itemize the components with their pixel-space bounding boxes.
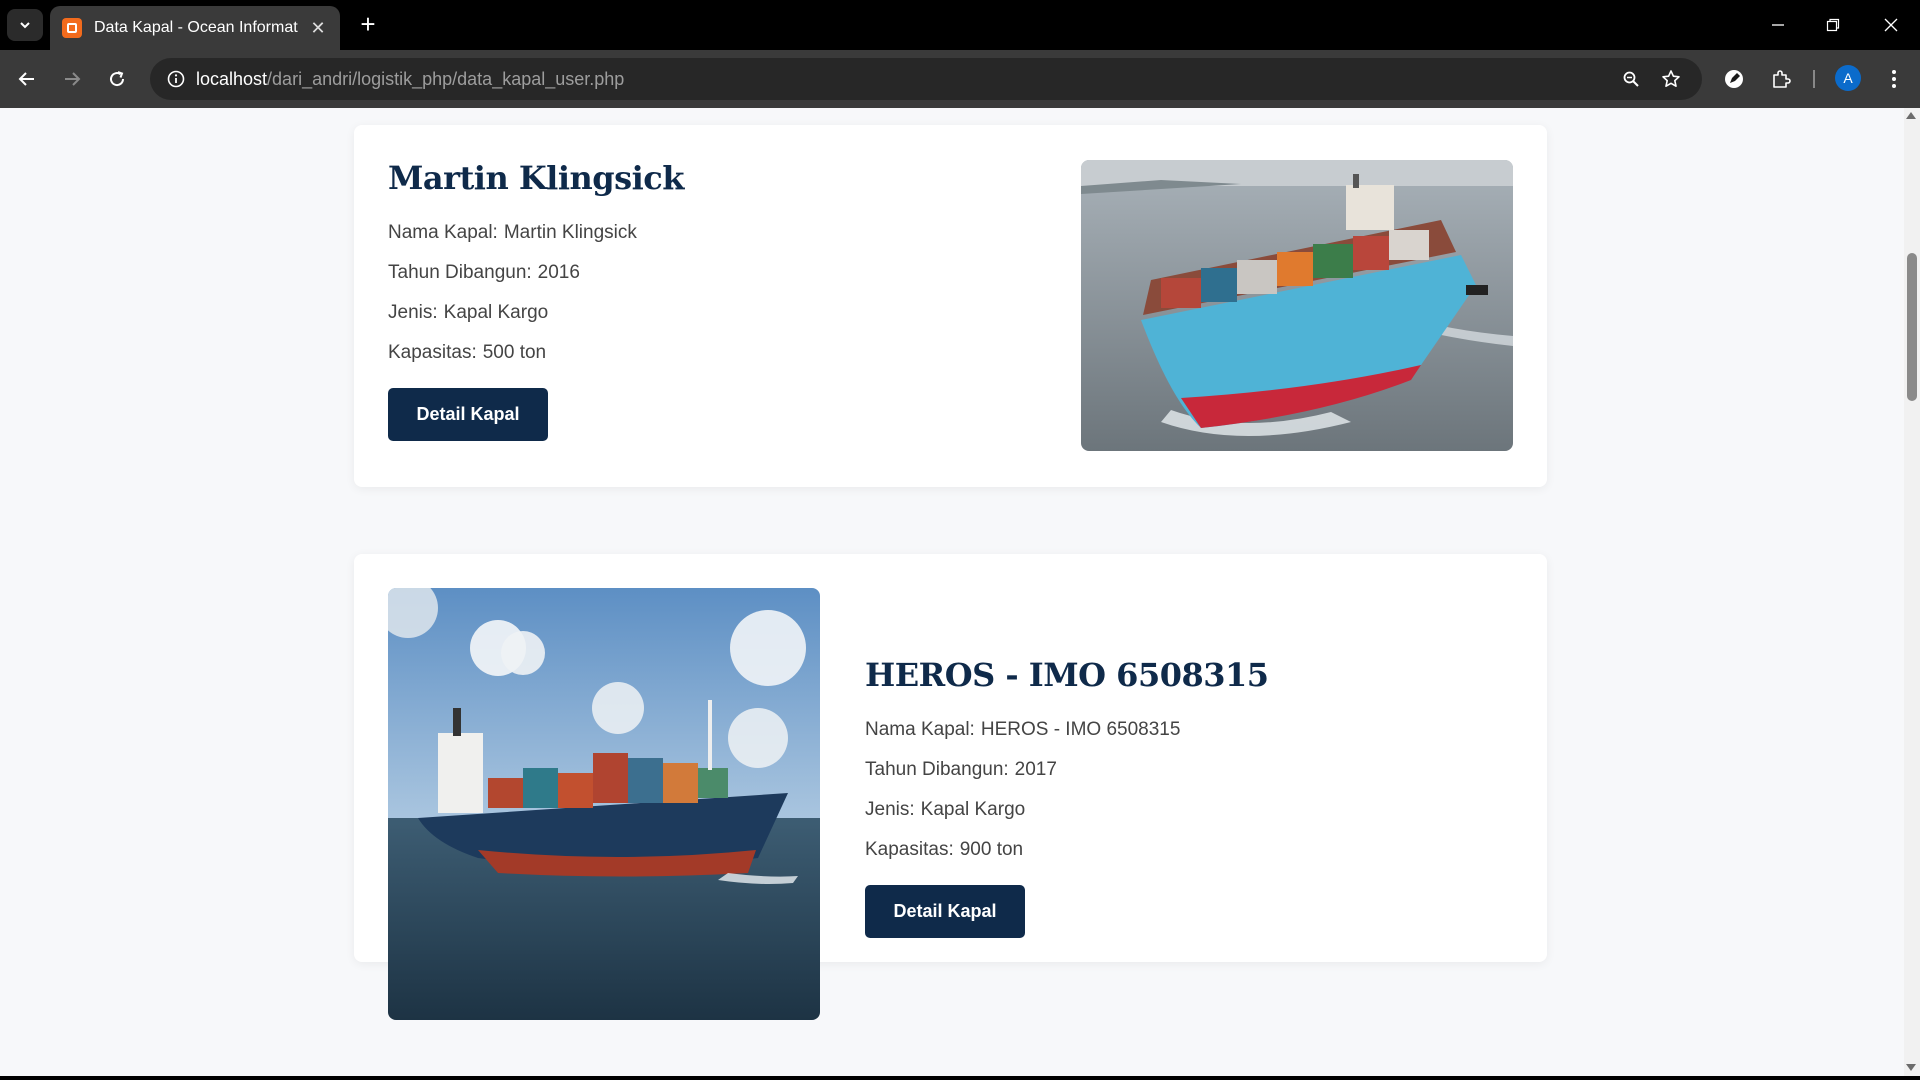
field-value: 500 ton: [482, 342, 547, 363]
ship-name-heading: HEROS - IMO 6508315: [865, 656, 1269, 694]
browser-toolbar: localhost/dari_andri/logistik_php/data_k…: [0, 50, 1920, 108]
minimize-icon[interactable]: [1758, 9, 1798, 41]
field-label: Kapasitas:: [865, 839, 954, 860]
ship-name-heading: Martin Klingsick: [388, 159, 684, 197]
address-bar[interactable]: localhost/dari_andri/logistik_php/data_k…: [150, 58, 1702, 100]
url-text[interactable]: localhost/dari_andri/logistik_php/data_k…: [196, 69, 624, 90]
field-value: 2017: [1014, 759, 1057, 780]
tab-strip: Data Kapal - Ocean Information ✕ +: [0, 0, 1920, 50]
url-host: localhost: [196, 69, 268, 89]
ship-name-line: Nama Kapal: HEROS - IMO 6508315: [865, 718, 1269, 758]
ship-info: Martin Klingsick Nama Kapal: Martin Kling…: [388, 159, 684, 441]
ship-type-line: Jenis: Kapal Kargo: [865, 798, 1269, 838]
new-tab-plus-icon[interactable]: +: [352, 9, 384, 41]
ship-year-line: Tahun Dibangun: 2016: [388, 261, 684, 301]
ship-capacity-line: Kapasitas: 900 ton: [865, 838, 1269, 878]
close-window-icon[interactable]: [1871, 9, 1911, 41]
bookmark-star-icon[interactable]: [1655, 63, 1687, 95]
field-value: 900 ton: [959, 839, 1024, 860]
field-value: 2016: [537, 262, 580, 283]
scroll-up-arrow-icon[interactable]: [1906, 112, 1916, 119]
detail-kapal-button[interactable]: Detail Kapal: [865, 885, 1025, 938]
url-path: /dari_andri/logistik_php/data_kapal_user…: [267, 69, 625, 89]
field-label: Tahun Dibangun:: [865, 759, 1009, 780]
scrollbar-thumb[interactable]: [1907, 253, 1917, 401]
field-label: Kapasitas:: [388, 342, 477, 363]
extension-pen-icon[interactable]: [1718, 63, 1750, 95]
tab-search-button[interactable]: [7, 9, 43, 41]
ship-capacity-line: Kapasitas: 500 ton: [388, 341, 684, 381]
extensions-puzzle-icon[interactable]: [1765, 63, 1797, 95]
field-value: Kapal Kargo: [443, 302, 549, 323]
field-value: Martin Klingsick: [503, 222, 637, 243]
active-tab[interactable]: Data Kapal - Ocean Information ✕: [50, 6, 340, 50]
field-label: Tahun Dibangun:: [388, 262, 532, 283]
toolbar-divider: [1813, 70, 1815, 88]
ship-card: HEROS - IMO 6508315 Nama Kapal: HEROS - I…: [354, 554, 1547, 1020]
back-arrow-icon[interactable]: [11, 63, 43, 95]
cargo-ship-photo: [388, 588, 820, 1020]
page-viewport: Martin Klingsick Nama Kapal: Martin Kling…: [0, 108, 1920, 1076]
ship-year-line: Tahun Dibangun: 2017: [865, 758, 1269, 798]
field-value: HEROS - IMO 6508315: [980, 719, 1181, 740]
ship-type-line: Jenis: Kapal Kargo: [388, 301, 684, 341]
tab-close-icon[interactable]: ✕: [308, 18, 328, 39]
field-label: Jenis:: [388, 302, 438, 323]
ship-card: Martin Klingsick Nama Kapal: Martin Kling…: [354, 125, 1547, 487]
field-value: Kapal Kargo: [920, 799, 1026, 820]
detail-kapal-button[interactable]: Detail Kapal: [388, 388, 548, 441]
tab-title: Data Kapal - Ocean Information: [94, 19, 298, 36]
chevron-down-icon: [20, 22, 30, 29]
profile-avatar[interactable]: A: [1835, 65, 1861, 91]
more-menu-icon[interactable]: [1878, 63, 1910, 95]
window-bottom-edge: [0, 1076, 1920, 1080]
xampp-favicon-icon: [62, 18, 82, 38]
zoom-icon[interactable]: [1615, 63, 1647, 95]
ship-name-line: Nama Kapal: Martin Klingsick: [388, 221, 684, 261]
field-label: Jenis:: [865, 799, 915, 820]
container-ship-photo: [1081, 160, 1513, 451]
forward-arrow-icon[interactable]: [56, 63, 88, 95]
restore-icon[interactable]: [1813, 9, 1853, 41]
field-label: Nama Kapal:: [865, 719, 975, 740]
field-label: Nama Kapal:: [388, 222, 498, 243]
scroll-down-arrow-icon[interactable]: [1906, 1064, 1916, 1071]
site-info-icon[interactable]: [160, 63, 192, 95]
ship-info: HEROS - IMO 6508315 Nama Kapal: HEROS - I…: [865, 656, 1269, 938]
reload-icon[interactable]: [101, 63, 133, 95]
